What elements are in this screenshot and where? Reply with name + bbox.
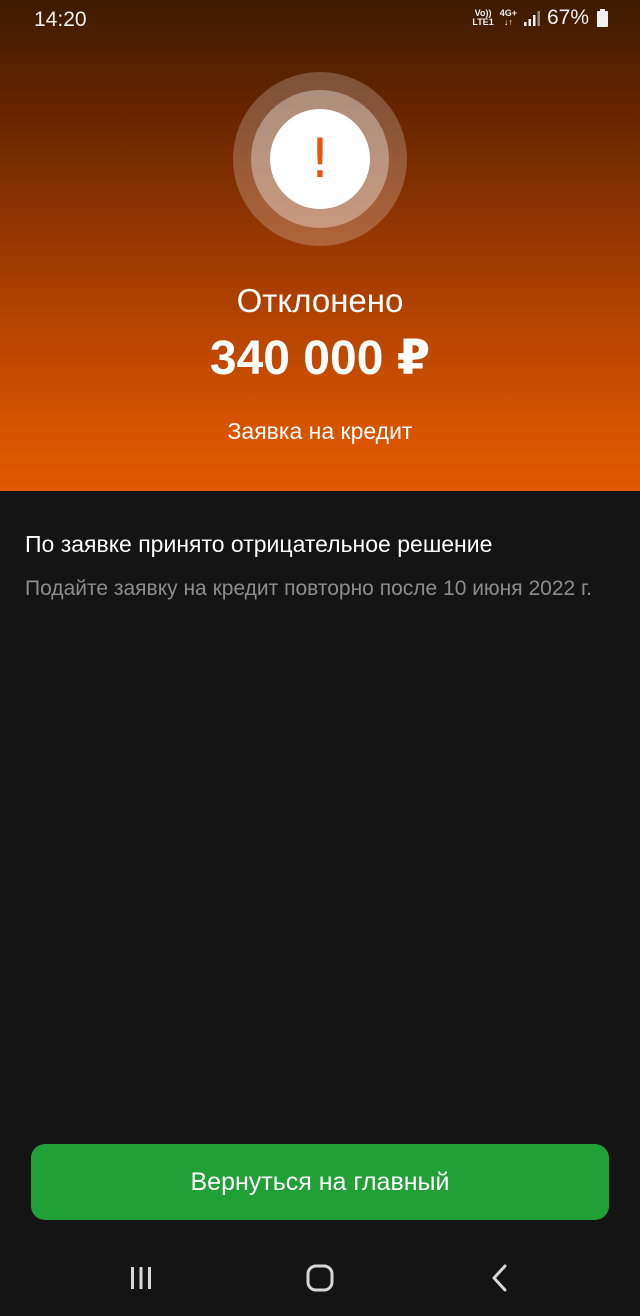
recents-icon[interactable] [121,1262,161,1294]
decision-description: Подайте заявку на кредит повторно после … [25,577,592,600]
return-home-label: Вернуться на главный [190,1167,450,1196]
exclamation-icon: ! [309,127,331,190]
network-indicator: 4G+ ↓↑ [500,9,517,27]
application-type: Заявка на кредит [227,418,413,444]
return-home-button[interactable]: Вернуться на главный [31,1144,609,1220]
amount: 340 000 ₽ [209,332,431,385]
status-title: Отклонено [236,282,404,319]
home-icon[interactable] [300,1262,340,1294]
system-nav-bar [0,1240,640,1316]
back-icon[interactable] [480,1262,520,1294]
alert-badge: ! [233,72,407,246]
status-time: 14:20 [34,8,87,31]
network-arrows: ↓↑ [503,17,513,27]
signal-icon [523,9,541,27]
decision-title: По заявке принято отрицательное решение [25,531,493,557]
volte-indicator: Vo)) LTE1 [472,9,493,27]
battery-percent: 67% [546,6,589,29]
alert-circle: ! [270,109,370,209]
lte-label: LTE1 [472,17,494,27]
battery-icon [597,9,608,27]
status-indicators: Vo)) LTE1 4G+ ↓↑ 67% [472,6,608,30]
status-bar: 14:20 Vo)) LTE1 4G+ ↓↑ 67% [0,0,640,40]
